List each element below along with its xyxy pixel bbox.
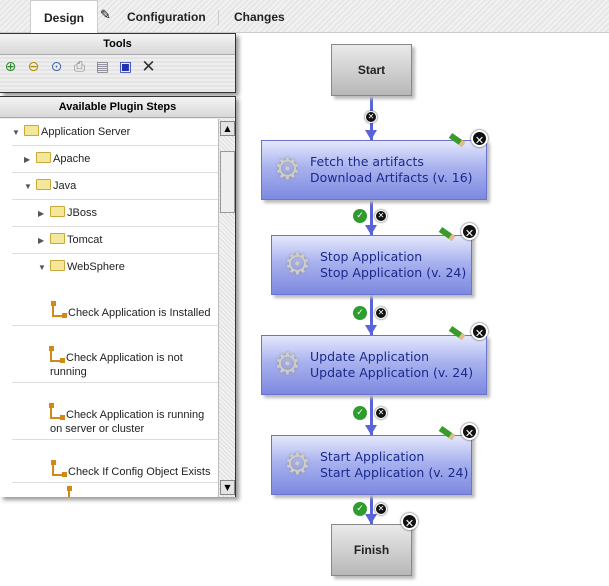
delete-step-icon[interactable]: ✕	[471, 130, 488, 147]
close-icon[interactable]: ✕	[140, 59, 157, 76]
process-step-stop[interactable]: ⚙ Stop Application Stop Application (v. 2…	[271, 235, 472, 295]
tree-folder-jboss[interactable]: ▶ JBoss	[12, 200, 218, 227]
arrow-head	[365, 225, 377, 235]
tree-folder-application-server[interactable]: ▼ Application Server	[12, 119, 218, 146]
process-step-fetch[interactable]: ⚙ Fetch the artifacts Download Artifacts …	[261, 140, 487, 200]
finish-node[interactable]: Finish	[331, 524, 412, 576]
remove-connector-icon[interactable]: ✕	[375, 503, 387, 515]
process-step-start-application[interactable]: ⚙ Start Application Start Application (v.…	[271, 435, 472, 495]
gear-icon: ⚙	[274, 152, 301, 187]
plugin-step-item[interactable]: Check Application is running on server or…	[12, 383, 218, 440]
scroll-up-button[interactable]: ▲	[220, 121, 235, 136]
collapsed-icon: ▶	[38, 236, 45, 245]
delete-step-icon[interactable]: ✕	[471, 323, 488, 340]
tab-design[interactable]: Design	[30, 0, 99, 33]
collapsed-icon: ▶	[38, 209, 45, 218]
plugin-steps-panel: Available Plugin Steps ▼ Application Serv…	[0, 96, 236, 497]
arrow-head	[365, 325, 377, 335]
delete-step-icon[interactable]: ✕	[461, 423, 478, 440]
zoom-reset-icon[interactable]: ⊙	[48, 59, 65, 76]
plugin-step-item[interactable]: Check Application is Installed	[12, 281, 218, 326]
arrow-head	[365, 514, 377, 524]
folder-icon	[36, 152, 51, 163]
step-icon	[51, 301, 67, 318]
tree-folder-websphere[interactable]: ▼ WebSphere	[12, 254, 218, 281]
process-step-update[interactable]: ⚙ Update Application Update Application (…	[261, 335, 487, 395]
plugin-step-item[interactable]	[12, 483, 218, 497]
plugin-steps-header: Available Plugin Steps	[0, 97, 235, 118]
zoom-out-icon[interactable]: ⊖	[25, 59, 42, 76]
zoom-in-icon[interactable]: ⊕	[2, 59, 19, 76]
scroll-down-button[interactable]: ▼	[220, 480, 235, 495]
expanded-icon: ▼	[12, 128, 20, 137]
gear-icon: ⚙	[284, 447, 311, 482]
folder-icon	[50, 233, 65, 244]
save-icon[interactable]: ▣	[117, 59, 134, 76]
folder-icon	[50, 260, 65, 271]
remove-connector-icon[interactable]: ✕	[375, 210, 387, 222]
remove-connector-icon[interactable]: ✕	[375, 407, 387, 419]
plugin-tree: ▼ Application Server ▶ Apache ▼ Java ▶ JBoss…	[0, 119, 218, 497]
folder-icon	[50, 206, 65, 217]
step-icon	[49, 346, 65, 363]
collapsed-icon: ▶	[24, 155, 31, 164]
success-check-icon[interactable]: ✓	[353, 406, 367, 420]
tools-panel: Tools ⊕ ⊖ ⊙ ⎙ ▤ ▣ ✕	[0, 33, 236, 93]
print-preview-icon[interactable]: ▤	[94, 59, 111, 76]
delete-step-icon[interactable]: ✕	[401, 513, 418, 530]
delete-step-icon[interactable]: ✕	[461, 223, 478, 240]
tab-configuration[interactable]: Configuration	[127, 0, 206, 33]
success-check-icon[interactable]: ✓	[353, 209, 367, 223]
tree-folder-tomcat[interactable]: ▶ Tomcat	[12, 227, 218, 254]
tree-scrollbar[interactable]: ▲ ▼	[218, 119, 235, 497]
gear-icon: ⚙	[284, 247, 311, 282]
folder-icon	[36, 179, 51, 190]
remove-connector-icon[interactable]: ✕	[375, 307, 387, 319]
success-check-icon[interactable]: ✓	[353, 306, 367, 320]
arrow-head	[365, 425, 377, 435]
remove-connector-icon[interactable]: ✕	[365, 111, 377, 123]
folder-icon	[24, 125, 39, 136]
gear-icon: ⚙	[274, 347, 301, 382]
expanded-icon: ▼	[38, 263, 46, 272]
plugin-step-item[interactable]: Check Application is not running	[12, 326, 218, 383]
tab-bar: Design ✎ Configuration Changes	[0, 0, 609, 33]
arrow-head	[365, 130, 377, 140]
tree-folder-java[interactable]: ▼ Java	[12, 173, 218, 200]
step-icon	[49, 403, 65, 420]
tab-changes[interactable]: Changes	[234, 0, 285, 33]
tools-header: Tools	[0, 34, 235, 55]
success-check-icon[interactable]: ✓	[353, 502, 367, 516]
step-icon	[67, 486, 80, 497]
tab-divider	[218, 10, 219, 26]
plugin-step-item[interactable]: Check If Config Object Exists	[12, 440, 218, 483]
expanded-icon: ▼	[24, 182, 32, 191]
tree-folder-apache[interactable]: ▶ Apache	[12, 146, 218, 173]
scroll-thumb[interactable]	[220, 151, 235, 213]
step-icon	[51, 460, 67, 477]
pencil-icon: ✎	[100, 8, 111, 23]
start-node[interactable]: Start	[331, 44, 412, 96]
print-icon[interactable]: ⎙	[71, 59, 88, 76]
